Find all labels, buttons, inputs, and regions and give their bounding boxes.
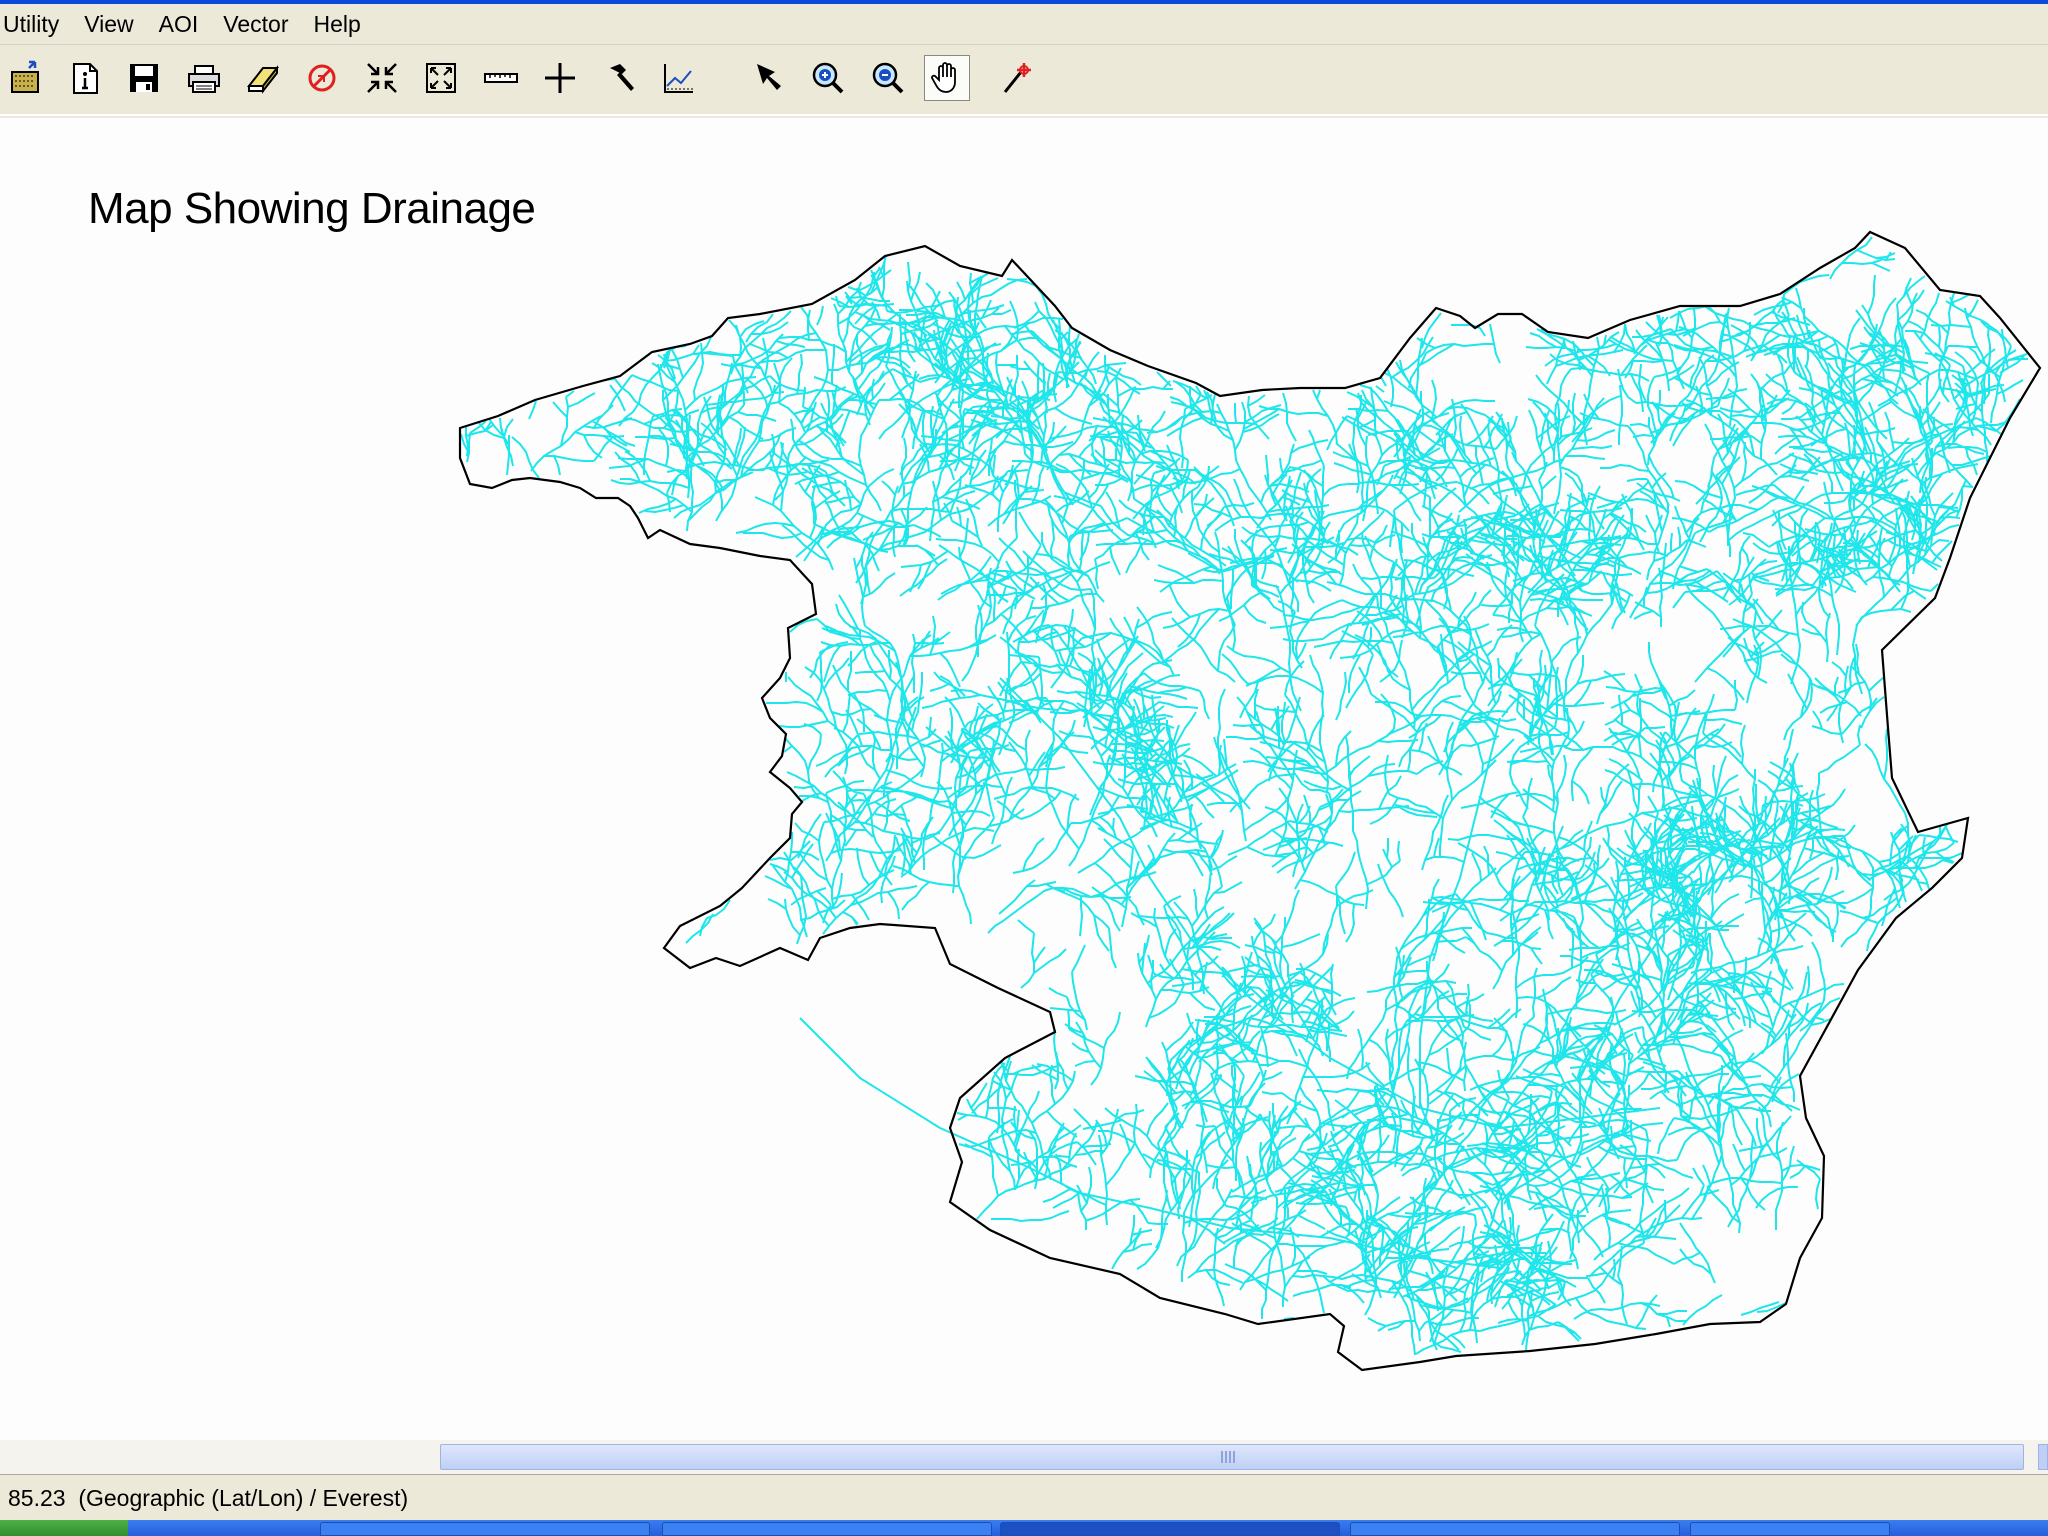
layer-info-icon: [73, 63, 98, 94]
taskbar-item[interactable]: [1000, 1522, 1340, 1536]
map-title: Map Showing Drainage: [88, 184, 536, 233]
taskbar: [0, 1520, 2048, 1536]
zoom-in-button[interactable]: [805, 55, 851, 101]
pan-button[interactable]: [924, 55, 970, 101]
zoom-out-button[interactable]: [865, 55, 911, 101]
select-arrow-icon: [757, 64, 781, 90]
scroll-right-button[interactable]: [2038, 1444, 2048, 1470]
select-button[interactable]: [746, 55, 792, 101]
status-coordinates: 85.23 (Geographic (Lat/Lon) / Everest): [8, 1484, 409, 1511]
hammer-icon: [610, 64, 634, 91]
inquire-cursor-icon: [1003, 63, 1031, 93]
profile-chart-icon: [664, 64, 693, 93]
status-bar: 85.23 (Geographic (Lat/Lon) / Everest): [0, 1474, 2048, 1521]
crosshair-button[interactable]: [537, 55, 583, 101]
scrollbar-thumb[interactable]: [440, 1444, 2024, 1470]
eraser-button[interactable]: [240, 55, 286, 101]
crosshair-icon: [545, 63, 575, 93]
menu-bar: Utility View AOI Vector Help: [0, 4, 2048, 45]
print-button[interactable]: [181, 55, 227, 101]
clear-view-icon: [308, 64, 336, 92]
zoom-out-icon: [872, 62, 904, 94]
taskbar-item[interactable]: [662, 1522, 992, 1536]
start-button[interactable]: [0, 1520, 128, 1536]
menu-aoi[interactable]: AOI: [159, 11, 199, 38]
taskbar-item[interactable]: [1350, 1522, 1680, 1536]
menu-utility[interactable]: Utility: [3, 11, 59, 38]
zoom-in-full-button[interactable]: [359, 55, 405, 101]
scrollbar-grip: [1221, 1451, 1237, 1463]
pan-hand-icon: [931, 62, 956, 93]
toolbar: [0, 45, 2048, 116]
map-viewer-canvas[interactable]: Map Showing Drainage: [0, 118, 2048, 1440]
zoom-in-icon: [812, 62, 844, 94]
zoom-in-full-icon: [367, 63, 397, 93]
drainage-network: [460, 236, 2028, 1356]
drainage-streams: [460, 236, 2028, 1356]
taskbar-item[interactable]: [320, 1522, 650, 1536]
open-layer-icon: [11, 60, 39, 93]
fit-to-frame-icon: [426, 63, 456, 93]
drainage-map[interactable]: [0, 118, 2048, 1440]
taskbar-item[interactable]: [1690, 1522, 1890, 1536]
profile-chart-button[interactable]: [656, 55, 702, 101]
save-icon: [130, 64, 158, 92]
menu-view[interactable]: View: [84, 11, 133, 38]
print-icon: [188, 65, 220, 93]
menu-vector[interactable]: Vector: [223, 11, 288, 38]
measure-icon: [484, 73, 518, 83]
toolbar-divider: [0, 114, 2048, 116]
clear-view-button[interactable]: [299, 55, 345, 101]
fit-to-frame-button[interactable]: [418, 55, 464, 101]
measure-button[interactable]: [478, 55, 524, 101]
layer-info-button[interactable]: [62, 55, 108, 101]
open-layer-button[interactable]: [2, 55, 48, 101]
eraser-icon: [246, 65, 280, 94]
hammer-button[interactable]: [597, 55, 643, 101]
inquire-cursor-button[interactable]: [996, 55, 1042, 101]
menu-help[interactable]: Help: [314, 11, 361, 38]
horizontal-scrollbar[interactable]: [0, 1440, 2048, 1474]
save-button[interactable]: [121, 55, 167, 101]
